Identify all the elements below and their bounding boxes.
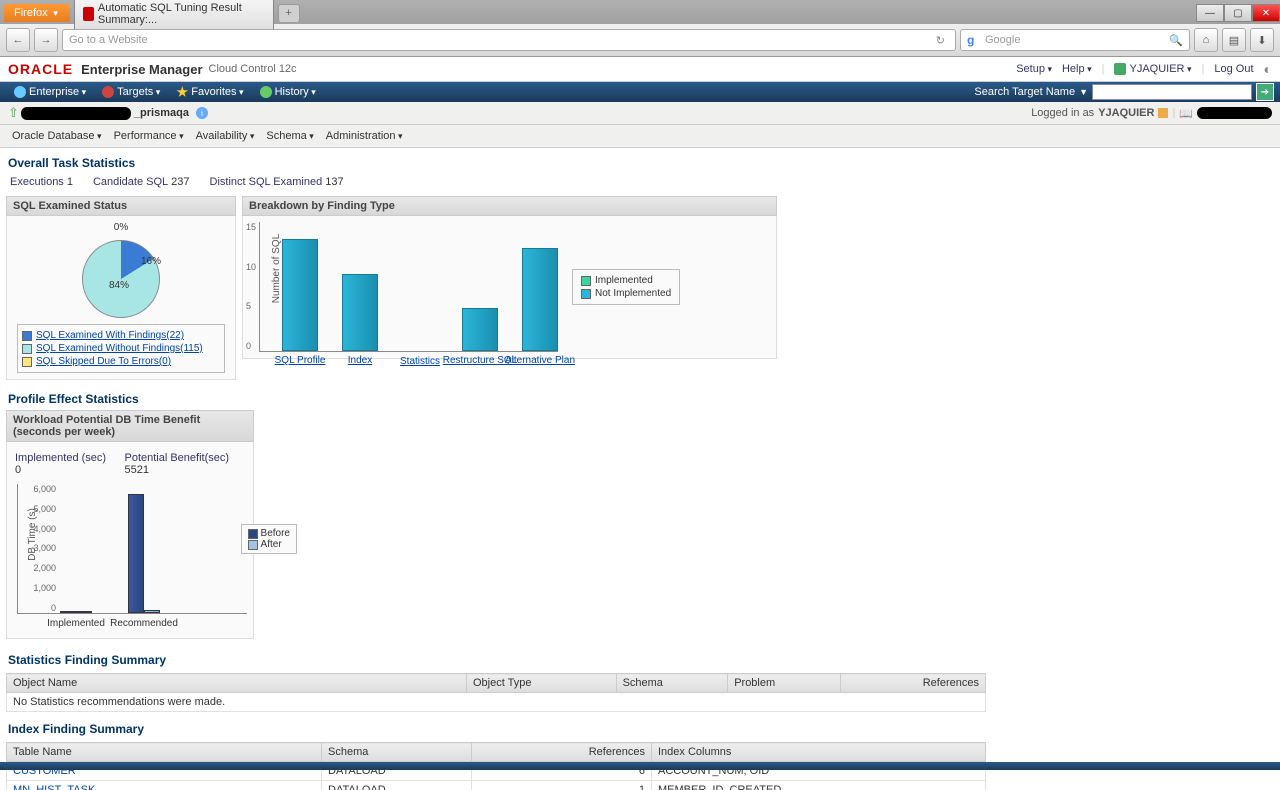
tab-title: Automatic SQL Tuning Result Summary:...	[98, 2, 265, 26]
url-placeholder: Go to a Website	[69, 34, 148, 46]
search-placeholder: Google	[985, 34, 1020, 46]
target-name-redacted	[21, 107, 131, 120]
favorites-icon	[176, 86, 188, 98]
stats-finding-title: Statistics Finding Summary	[6, 649, 1274, 671]
target-info-icon[interactable]: i	[196, 107, 208, 119]
bottom-status-bar	[0, 762, 1280, 770]
search-target-input[interactable]	[1092, 84, 1252, 100]
overall-stats: Executions1 Candidate SQL237 Distinct SQ…	[6, 174, 1274, 196]
stats-empty-row: No Statistics recommendations were made.	[7, 693, 986, 712]
index-finding-title: Index Finding Summary	[6, 718, 1274, 740]
pie-graphic	[82, 240, 160, 318]
administration-menu[interactable]: Administration	[322, 128, 407, 144]
profile-effect-title: Profile Effect Statistics	[6, 388, 1274, 410]
product-title: Enterprise Manager	[81, 62, 202, 77]
group-implemented: Implemented	[60, 611, 92, 613]
close-button[interactable]: ✕	[1252, 4, 1280, 22]
firefox-menu-button[interactable]: Firefox	[4, 4, 70, 22]
pie-chart: 0% 16% 84%	[13, 222, 229, 318]
pie-panel-header: SQL Examined Status	[6, 196, 236, 216]
history-menu[interactable]: History	[252, 84, 324, 100]
oracle-logo: ORACLE	[8, 61, 73, 77]
maximize-button[interactable]: ▢	[1224, 4, 1252, 22]
pie-legend-no-findings[interactable]: SQL Examined Without Findings(115)	[36, 343, 203, 354]
bar-panel-header: Breakdown by Finding Type	[242, 196, 777, 216]
schema-menu[interactable]: Schema	[262, 128, 317, 144]
bar-restructure[interactable]: Restructure SQL	[462, 308, 498, 351]
minimize-button[interactable]: —	[1196, 4, 1224, 22]
help-menu[interactable]: Help	[1062, 63, 1092, 75]
user-icon	[1114, 63, 1126, 75]
main-menu-bar: Enterprise Targets Favorites History Sea…	[0, 82, 1280, 102]
accessibility-icon[interactable]: ◐	[1264, 61, 1272, 77]
downloads-button[interactable]: ⬇	[1250, 28, 1274, 52]
database-sub-menu: Oracle Database Performance Availability…	[0, 125, 1280, 148]
sql-examined-status-panel: SQL Examined Status 0% 16% 84% SQL Exami…	[6, 196, 236, 380]
enterprise-menu[interactable]: Enterprise	[6, 84, 94, 100]
oracle-database-menu[interactable]: Oracle Database	[8, 128, 106, 144]
window-controls: — ▢ ✕	[1196, 4, 1280, 22]
targets-menu[interactable]: Targets	[94, 84, 168, 100]
bookmarks-button[interactable]: ▤	[1222, 28, 1246, 52]
reload-icon[interactable]: ↻	[932, 34, 949, 47]
search-target-go[interactable]: ➔	[1256, 83, 1274, 101]
search-target-label: Search Target Name	[974, 86, 1075, 98]
tab-favicon-icon	[83, 7, 94, 21]
tab-strip: Firefox Automatic SQL Tuning Result Summ…	[0, 0, 1280, 24]
url-bar[interactable]: Go to a Website ↻	[62, 29, 956, 51]
product-subtitle: Cloud Control 12c	[209, 63, 297, 75]
new-tab-button[interactable]: +	[278, 4, 300, 22]
targets-icon	[102, 86, 114, 98]
pie-legend-findings[interactable]: SQL Examined With Findings(22)	[36, 330, 184, 341]
browser-tab[interactable]: Automatic SQL Tuning Result Summary:...	[74, 0, 274, 29]
google-icon: g	[967, 33, 981, 47]
workload-panel: Workload Potential DB Time Benefit (seco…	[6, 410, 254, 639]
workload-legend: Before After	[241, 524, 297, 554]
breakdown-panel: Breakdown by Finding Type Number of SQL …	[242, 196, 777, 380]
stats-finding-table: Object Name Object Type Schema Problem R…	[6, 673, 986, 712]
table-row: MN_HIST_TASKDATALOAD1MEMBER_ID_CREATED	[7, 781, 986, 790]
bar-sql-profile[interactable]: SQL Profile	[282, 239, 318, 351]
target-name: _prismaqa	[131, 107, 192, 119]
availability-menu[interactable]: Availability	[192, 128, 259, 144]
search-icon[interactable]: 🔍	[1169, 34, 1183, 47]
bar-index[interactable]: Index	[342, 274, 378, 351]
overall-task-title: Overall Task Statistics	[6, 152, 1274, 174]
browser-chrome: Firefox Automatic SQL Tuning Result Summ…	[0, 0, 1280, 57]
target-bar: ⇧ _prismaqa i Logged in as YJAQUIER | 📖	[0, 102, 1280, 125]
bar-legend: Implemented Not Implemented	[572, 269, 680, 305]
browser-search-box[interactable]: g Google 🔍	[960, 29, 1190, 51]
oracle-header: ORACLE Enterprise Manager Cloud Control …	[0, 57, 1280, 82]
favorites-menu[interactable]: Favorites	[168, 84, 251, 100]
logout-link[interactable]: Log Out	[1214, 63, 1253, 75]
user-menu[interactable]: YJAQUIER	[1129, 63, 1191, 75]
lock-icon	[1158, 108, 1168, 118]
bar-alternative[interactable]: Alternative Plan	[522, 248, 558, 351]
performance-menu[interactable]: Performance	[110, 128, 188, 144]
pie-legend: SQL Examined With Findings(22) SQL Exami…	[17, 324, 225, 373]
forward-button[interactable]: →	[34, 28, 58, 52]
logged-in-user: YJAQUIER	[1098, 107, 1154, 119]
target-up-icon: ⇧	[8, 105, 19, 121]
content-area: Overall Task Statistics Executions1 Cand…	[0, 148, 1280, 790]
back-button[interactable]: ←	[6, 28, 30, 52]
workload-header: Workload Potential DB Time Benefit (seco…	[6, 410, 254, 442]
group-recommended: Recommended	[128, 494, 160, 613]
logged-in-label: Logged in as	[1031, 107, 1094, 119]
findings-bar-chart: Number of SQL 151050 SQL Profile Index S…	[259, 222, 558, 352]
history-icon	[260, 86, 272, 98]
workload-bar-chart: DB Time (s) 6,0005,0004,0003,0002,0001,0…	[17, 484, 247, 614]
pie-legend-skipped[interactable]: SQL Skipped Due To Errors(0)	[36, 356, 171, 367]
home-button[interactable]: ⌂	[1194, 28, 1218, 52]
enterprise-icon	[14, 86, 26, 98]
connection-redacted	[1197, 107, 1272, 119]
setup-menu[interactable]: Setup	[1016, 63, 1052, 75]
nav-bar: ← → Go to a Website ↻ g Google 🔍 ⌂ ▤ ⬇	[0, 24, 1280, 56]
